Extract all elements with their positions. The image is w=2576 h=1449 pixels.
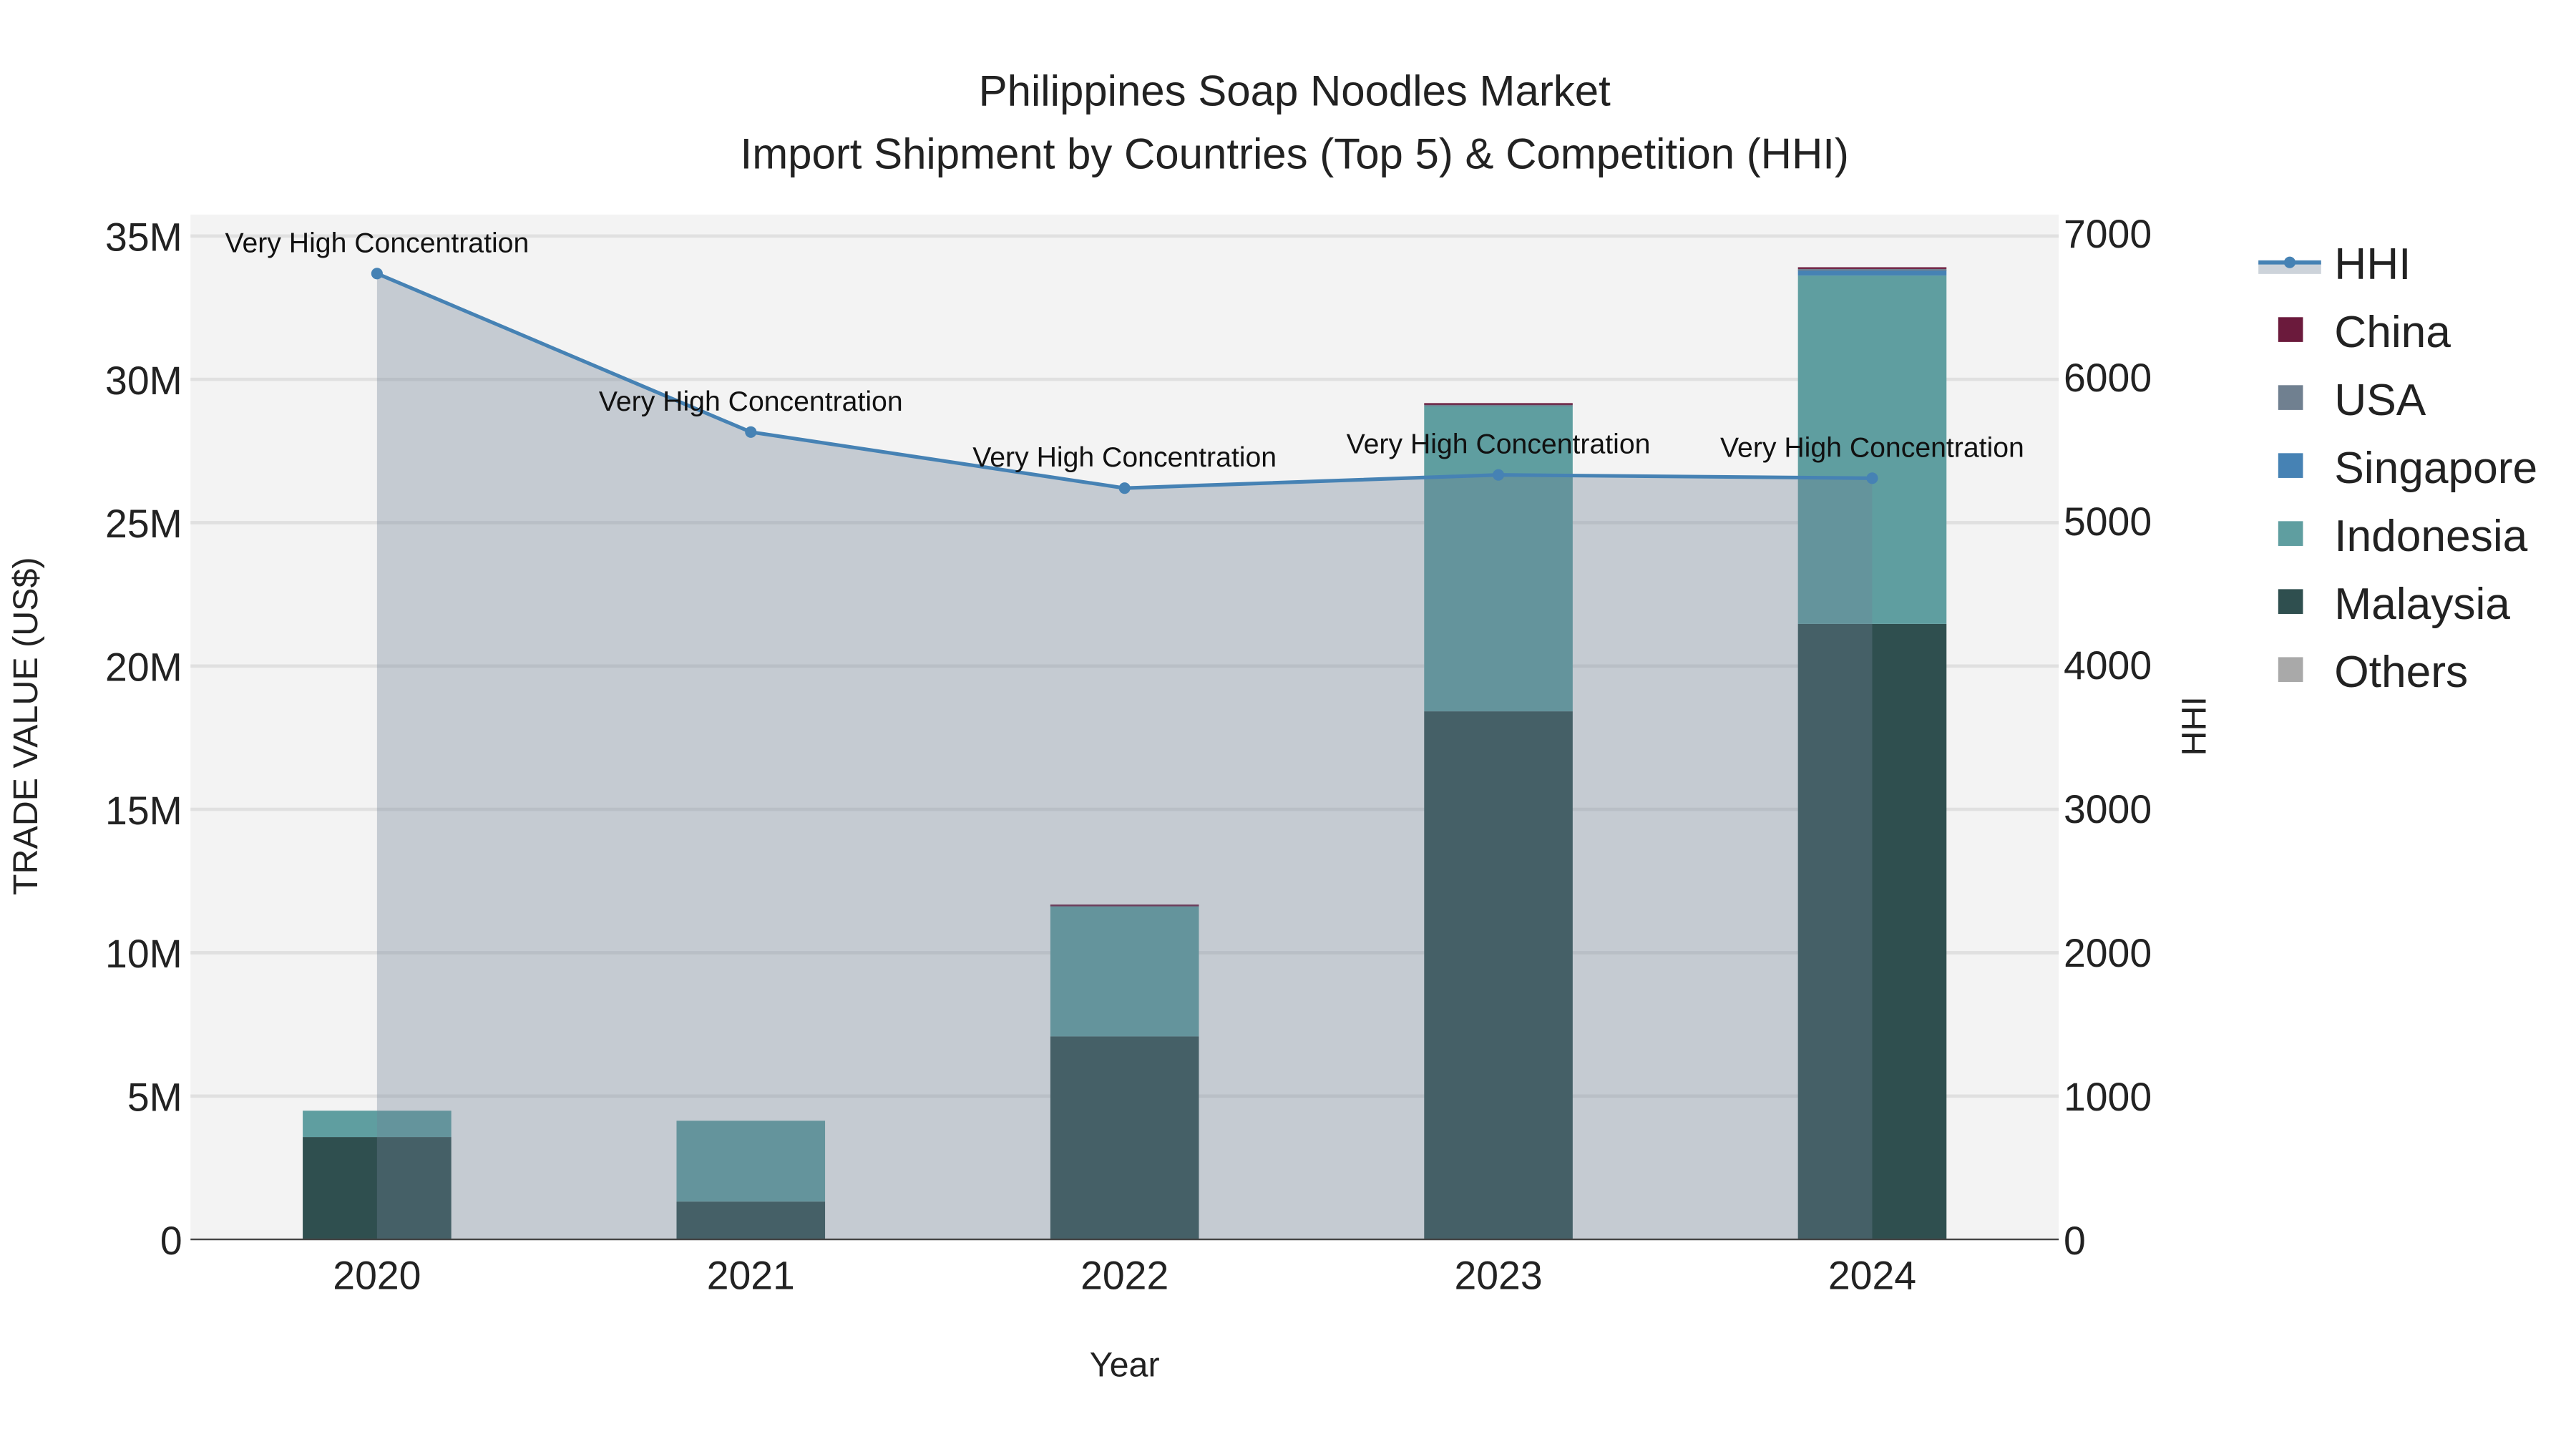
x-tick-label: 2020	[333, 1253, 421, 1297]
legend-swatch-singapore	[2278, 453, 2303, 478]
y-tick-label: 35M	[105, 215, 182, 260]
legend-label: HHI	[2334, 240, 2411, 289]
y2-tick-label: 0	[2064, 1219, 2086, 1263]
y2-axis-title: HHI	[2175, 696, 2213, 756]
y-tick-label: 30M	[105, 358, 182, 403]
x-tick-label: 2024	[1828, 1253, 1916, 1297]
y-tick-label: 10M	[105, 932, 182, 976]
hhi-point	[1492, 469, 1505, 481]
x-tick-label: 2022	[1080, 1253, 1169, 1297]
y-axis-title: TRADE VALUE (US$)	[6, 557, 45, 895]
legend-label: USA	[2334, 376, 2426, 425]
hhi-annotation: Very High Concentration	[972, 442, 1277, 473]
bar-usa	[1797, 268, 1947, 271]
hhi-point	[1866, 472, 1878, 484]
chart-title: Philippines Soap Noodles Market	[979, 67, 1611, 115]
chart: Very High Concentration Very High Concent…	[1, 0, 2575, 1449]
y2-tick-label: 4000	[2064, 643, 2152, 688]
hhi-annotation: Very High Concentration	[1720, 432, 2024, 463]
y2-tick-label: 6000	[2064, 356, 2152, 400]
y2-tick-label: 2000	[2064, 931, 2152, 975]
y2-tick-label: 3000	[2064, 787, 2152, 831]
chart-subtitle: Import Shipment by Countries (Top 5) & C…	[741, 130, 1849, 177]
legend-swatch-china	[2278, 317, 2303, 342]
y2-tick-label: 1000	[2064, 1075, 2152, 1119]
hhi-annotation: Very High Concentration	[225, 228, 529, 258]
hhi-point	[371, 268, 383, 280]
legend-label: Indonesia	[2334, 512, 2527, 561]
x-tick-label: 2023	[1455, 1253, 1543, 1297]
y-tick-label: 15M	[105, 789, 182, 833]
legend-swatch-hhi-marker	[2283, 256, 2296, 268]
legend-swatch-indonesia	[2278, 521, 2303, 546]
y-tick-label: 0	[160, 1219, 182, 1263]
bar-singapore	[1797, 270, 1947, 276]
y-tick-label: 20M	[105, 645, 182, 690]
legend-swatch-others	[2278, 657, 2303, 682]
legend-swatch-usa	[2278, 385, 2303, 410]
legend-swatch-malaysia	[2278, 589, 2303, 614]
bar-china	[1797, 267, 1947, 269]
bar-china	[1424, 403, 1573, 405]
legend-label: Singapore	[2334, 444, 2537, 493]
hhi-point	[745, 426, 757, 438]
hhi-annotation: Very High Concentration	[599, 386, 903, 417]
legend-label: China	[2334, 308, 2451, 357]
y2-tick-label: 7000	[2064, 212, 2152, 256]
legend-label: Malaysia	[2334, 580, 2510, 629]
x-tick-label: 2021	[707, 1253, 795, 1297]
y-tick-label: 25M	[105, 502, 182, 546]
hhi-annotation: Very High Concentration	[1347, 429, 1651, 460]
y2-tick-label: 5000	[2064, 499, 2152, 544]
bar-usa	[1424, 404, 1573, 406]
legend-label: Others	[2334, 648, 2468, 697]
x-axis-title: Year	[1090, 1346, 1160, 1385]
hhi-point	[1118, 482, 1131, 494]
y-tick-label: 5M	[127, 1075, 182, 1120]
